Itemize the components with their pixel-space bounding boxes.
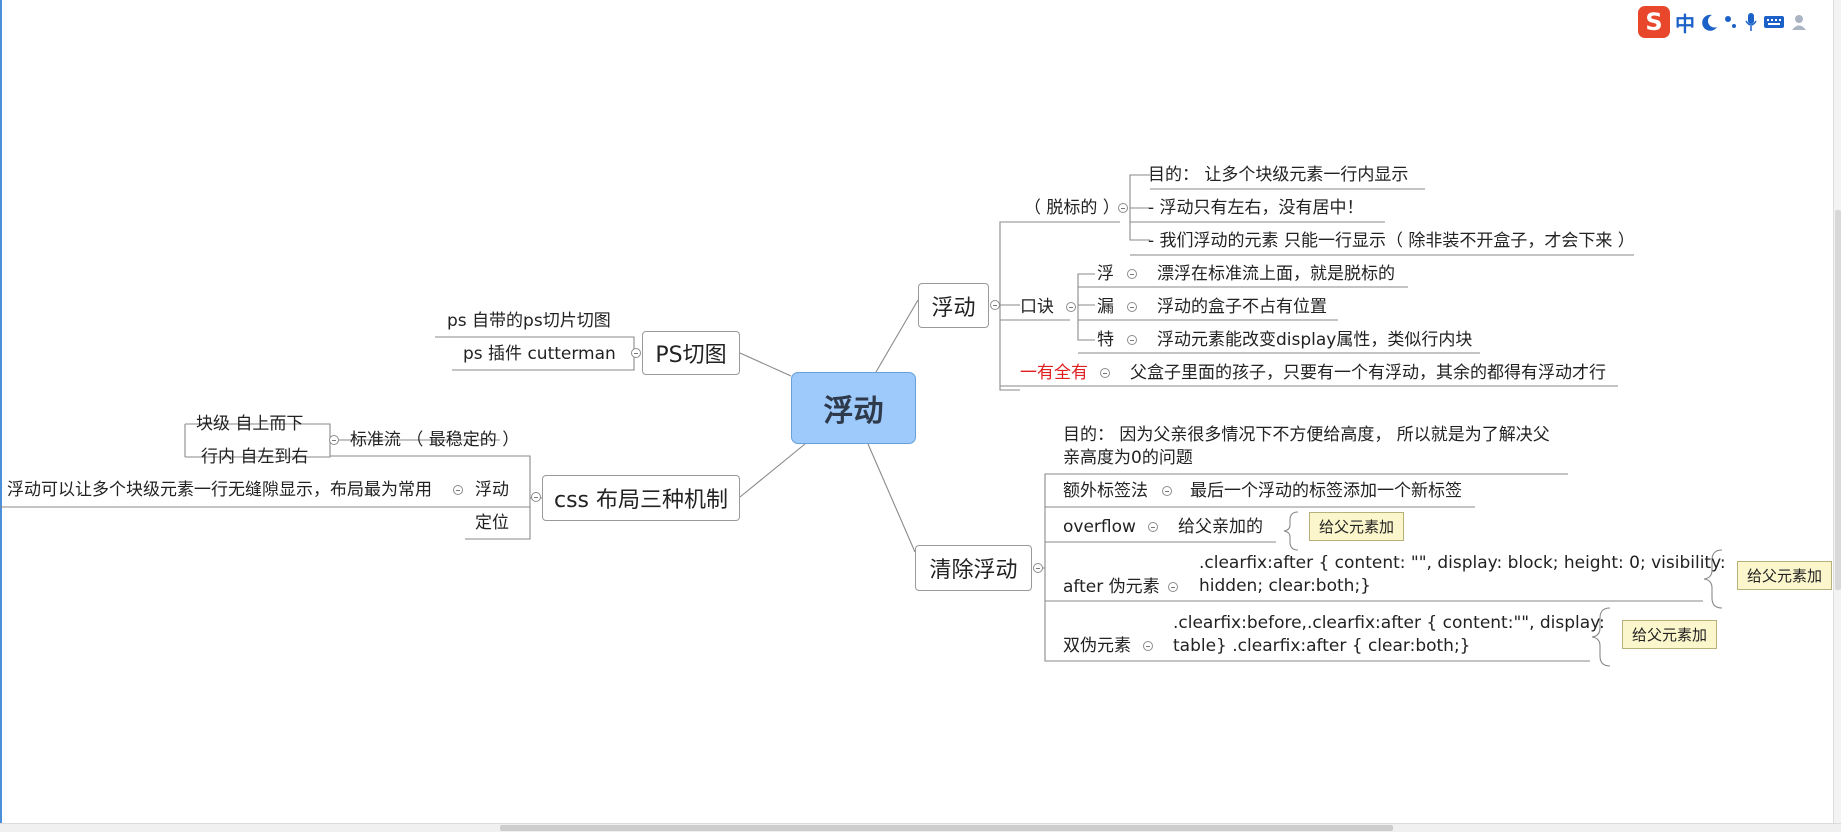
collapse-toggle-icon[interactable] — [1143, 641, 1153, 651]
css-layout-node[interactable]: css 布局三种机制 — [542, 475, 740, 521]
overflow-label: overflow — [1063, 517, 1136, 537]
collapse-toggle-icon[interactable] — [990, 300, 1000, 310]
tuobiao-item: - 我们浮动的元素 只能一行显示（ 除非装不开盒子，才会下来 ） — [1148, 231, 1635, 251]
koujue-value: 漂浮在标准流上面，就是脱标的 — [1157, 264, 1395, 284]
koujue-key: 浮 — [1097, 264, 1114, 284]
tuobiao-item: - 浮动只有左右，没有居中！ — [1148, 198, 1364, 218]
horizontal-scroll-thumb[interactable] — [500, 825, 1393, 831]
extra-tag-label: 额外标签法 — [1063, 481, 1148, 501]
koujue-key: 漏 — [1097, 297, 1114, 317]
css-float-label: 浮动 — [475, 480, 509, 500]
float-node[interactable]: 浮动 — [918, 283, 989, 328]
vertical-scroll-thumb[interactable] — [1835, 210, 1841, 590]
css-float-note: 浮动可以让多个块级元素一行无缝隙显示，布局最为常用 — [7, 480, 432, 500]
standard-flow-item: 行内 自左到右 — [201, 447, 309, 467]
koujue-key: 特 — [1097, 330, 1114, 350]
standard-flow-label: 标准流 （ 最稳定的 ） — [350, 430, 520, 450]
tuobiao-label: （ 脱标的 ） — [1024, 198, 1120, 218]
sogou-logo-icon[interactable]: S — [1638, 6, 1670, 38]
overflow-callout: 给父元素加 — [1309, 512, 1404, 541]
after-code-line: .clearfix:after { content: "", display: … — [1199, 553, 1726, 573]
koujue-label: 口诀 — [1020, 297, 1054, 317]
keyboard-icon[interactable] — [1763, 14, 1785, 30]
after-callout: 给父元素加 — [1737, 561, 1832, 590]
tuobiao-item: 目的： 让多个块级元素一行内显示 — [1148, 165, 1409, 185]
moon-icon[interactable] — [1700, 13, 1718, 31]
collapse-toggle-icon[interactable] — [1033, 563, 1043, 573]
css-position-label: 定位 — [475, 513, 509, 533]
central-topic[interactable]: 浮动 — [791, 372, 916, 444]
collapse-toggle-icon[interactable] — [1148, 522, 1158, 532]
ps-slice-item: ps 插件 cutterman — [463, 344, 616, 364]
koujue-value: 浮动的盒子不占有位置 — [1157, 297, 1327, 317]
collapse-toggle-icon[interactable] — [453, 485, 463, 495]
collapse-toggle-icon[interactable] — [1168, 582, 1178, 592]
punctuation-icon[interactable] — [1723, 13, 1739, 31]
after-code-line: hidden; clear:both;} — [1199, 576, 1371, 596]
microphone-icon[interactable] — [1744, 12, 1758, 32]
collapse-toggle-icon[interactable] — [1127, 335, 1137, 345]
mind-map-canvas: 浮动 PS切图 ps 自带的ps切片切图 ps 插件 cutterman css… — [0, 0, 1841, 832]
double-label: 双伪元素 — [1063, 636, 1131, 656]
collapse-toggle-icon[interactable] — [1118, 203, 1128, 213]
double-code-line: table} .clearfix:after { clear:both;} — [1173, 636, 1471, 656]
user-settings-icon[interactable] — [1790, 12, 1810, 32]
standard-flow-item: 块级 自上而下 — [196, 414, 304, 434]
yiyouquanyou-label: 一有全有 — [1020, 363, 1088, 383]
ime-toolbar: S 中 — [1638, 6, 1838, 38]
ps-slice-item: ps 自带的ps切片切图 — [447, 311, 611, 331]
collapse-toggle-icon[interactable] — [1127, 302, 1137, 312]
ps-slicing-node[interactable]: PS切图 — [642, 331, 740, 375]
extra-tag-value: 最后一个浮动的标签添加一个新标签 — [1190, 481, 1462, 501]
collapse-toggle-icon[interactable] — [1162, 486, 1172, 496]
double-code-line: .clearfix:before,.clearfix:after { conte… — [1173, 613, 1605, 633]
clear-purpose-line: 亲高度为0的问题 — [1063, 448, 1193, 468]
collapse-toggle-icon[interactable] — [631, 348, 641, 358]
collapse-toggle-icon[interactable] — [531, 492, 541, 502]
vertical-scrollbar[interactable] — [1833, 0, 1841, 823]
yiyouquanyou-value: 父盒子里面的孩子，只要有一个有浮动，其余的都得有浮动才行 — [1130, 363, 1606, 383]
overflow-value: 给父亲加的 — [1178, 517, 1263, 537]
koujue-value: 浮动元素能改变display属性，类似行内块 — [1157, 330, 1473, 350]
collapse-toggle-icon[interactable] — [329, 435, 339, 445]
collapse-toggle-icon[interactable] — [1100, 368, 1110, 378]
chinese-mode-label[interactable]: 中 — [1675, 8, 1695, 37]
collapse-toggle-icon[interactable] — [1127, 269, 1137, 279]
clear-purpose-line: 目的： 因为父亲很多情况下不方便给高度， 所以就是为了解决父 — [1063, 425, 1550, 445]
collapse-toggle-icon[interactable] — [1066, 302, 1076, 312]
clear-float-node[interactable]: 清除浮动 — [915, 545, 1032, 591]
after-label: after 伪元素 — [1063, 577, 1160, 597]
double-callout: 给父元素加 — [1622, 620, 1717, 649]
